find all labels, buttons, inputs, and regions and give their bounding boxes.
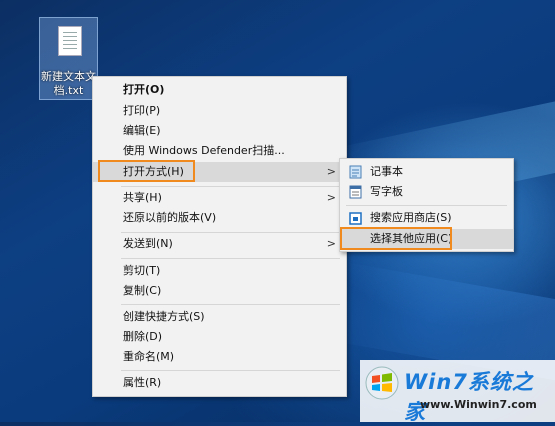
menu-separator — [121, 232, 340, 233]
menu-item-open[interactable]: 打开(O) — [93, 80, 346, 100]
menu-item-send-to[interactable]: 发送到(N) > — [93, 234, 346, 254]
submenu-item-search-store[interactable]: 搜索应用商店(S) — [340, 208, 513, 228]
chevron-right-icon: > — [326, 191, 336, 204]
chevron-right-icon: > — [326, 165, 336, 178]
menu-item-edit[interactable]: 编辑(E) — [93, 121, 346, 141]
menu-item-defender-scan[interactable]: 使用 Windows Defender扫描... — [93, 141, 346, 161]
menu-item-rename[interactable]: 重命名(M) — [93, 347, 346, 367]
chevron-right-icon: > — [326, 237, 336, 250]
submenu-item-wordpad[interactable]: 写字板 — [340, 182, 513, 202]
submenu-item-notepad[interactable]: 记事本 — [340, 162, 513, 182]
notepad-icon — [349, 165, 362, 179]
text-file-icon — [58, 26, 82, 56]
menu-item-properties[interactable]: 属性(R) — [93, 373, 346, 393]
desktop-file-label: 新建文本文档.txt — [41, 70, 96, 97]
menu-item-share[interactable]: 共享(H) > — [93, 188, 346, 208]
menu-item-delete[interactable]: 删除(D) — [93, 327, 346, 347]
watermark-brand: Win7系统之家 — [404, 370, 534, 424]
context-menu: 打开(O) 打印(P) 编辑(E) 使用 Windows Defender扫描.… — [92, 76, 347, 397]
watermark-url: www.Winwin7.com — [420, 398, 537, 411]
menu-item-open-with[interactable]: 打开方式(H) > — [93, 162, 346, 182]
menu-separator — [121, 370, 340, 371]
menu-item-print[interactable]: 打印(P) — [93, 101, 346, 121]
windows-logo-icon — [365, 366, 399, 400]
menu-item-restore-versions[interactable]: 还原以前的版本(V) — [93, 208, 346, 228]
watermark: Win7系统之家 www.Winwin7.com — [360, 360, 555, 424]
submenu-item-choose-another-app[interactable]: 选择其他应用(C) — [340, 229, 513, 249]
store-icon — [349, 212, 362, 225]
menu-separator — [121, 304, 340, 305]
menu-item-copy[interactable]: 复制(C) — [93, 281, 346, 301]
open-with-submenu: 记事本 写字板 搜索应用商店(S) 选择其他应用(C) — [339, 158, 514, 252]
menu-separator — [121, 258, 340, 259]
menu-separator — [346, 205, 507, 206]
menu-item-create-shortcut[interactable]: 创建快捷方式(S) — [93, 307, 346, 327]
desktop-file-item[interactable]: 新建文本文档.txt — [39, 17, 98, 100]
menu-separator — [121, 186, 340, 187]
menu-item-cut[interactable]: 剪切(T) — [93, 261, 346, 281]
wordpad-icon — [349, 185, 362, 199]
